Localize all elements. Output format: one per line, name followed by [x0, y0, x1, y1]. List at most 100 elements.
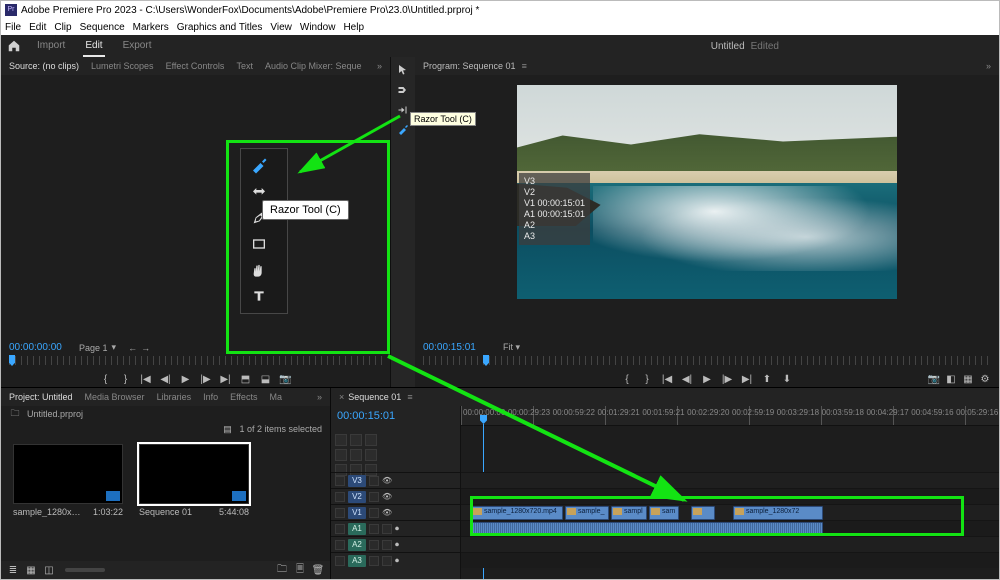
timeline-timecode[interactable]: 00:00:15:01 [337, 410, 395, 422]
list-view-icon[interactable]: ≣ [7, 564, 19, 576]
prog-export-frame-icon[interactable]: 📷 [928, 373, 940, 385]
bin-item[interactable]: sample_1280x720.mp41:03:22 [13, 444, 123, 553]
solo-icon[interactable] [382, 540, 392, 550]
zoom-slider[interactable] [65, 568, 105, 572]
selection-tool[interactable] [393, 61, 413, 79]
workspace-tab-import[interactable]: Import [35, 36, 67, 57]
marker-icon[interactable] [365, 434, 377, 446]
clip[interactable] [691, 506, 715, 520]
clip[interactable]: sam [649, 506, 679, 520]
track-a3[interactable] [461, 552, 999, 568]
prog-settings-icon[interactable]: ⚙ [979, 373, 991, 385]
home-icon[interactable] [1, 39, 27, 53]
track-header-a3[interactable]: A3⏺ [331, 552, 460, 568]
tab-text[interactable]: Text [236, 61, 253, 71]
hand-tool[interactable] [245, 257, 273, 283]
menu-sequence[interactable]: Sequence [80, 22, 125, 33]
prog-lift-icon[interactable]: ⬆ [761, 373, 773, 385]
prog-go-in-icon[interactable]: |◀ [661, 373, 673, 385]
solo-icon[interactable] [382, 524, 392, 534]
src-step-back-icon[interactable]: ◀| [160, 373, 172, 385]
ctrl-icon[interactable] [365, 449, 377, 461]
menu-window[interactable]: Window [300, 22, 336, 33]
src-export-frame-icon[interactable]: 📷 [280, 373, 292, 385]
new-item-icon[interactable]: 🗏 [294, 564, 306, 576]
src-go-out-icon[interactable]: ▶| [220, 373, 232, 385]
audio-clip[interactable] [471, 522, 823, 536]
program-zoom-fit[interactable]: Fit ▾ [503, 342, 520, 353]
prog-play-icon[interactable]: ▶ [701, 373, 713, 385]
timeline-tab-menu-icon[interactable]: ≡ [407, 392, 412, 402]
src-mark-in-icon[interactable]: { [100, 373, 112, 385]
filter-bin-icon[interactable]: ▤ [221, 423, 233, 435]
track-header-a2[interactable]: A2⏺ [331, 536, 460, 552]
program-video-frame[interactable]: V3 V2 V1 00:00:15:01 A1 00:00:15:01 A2 A… [517, 85, 897, 299]
track-header-v1[interactable]: V1👁 [331, 504, 460, 520]
ctrl-icon[interactable] [335, 449, 347, 461]
source-ruler[interactable] [9, 356, 382, 365]
src-step-fwd-icon[interactable]: |▶ [200, 373, 212, 385]
prog-safe-margins-icon[interactable]: ▦ [962, 373, 974, 385]
tab-lumetri-scopes[interactable]: Lumetri Scopes [91, 61, 154, 71]
src-insert-icon[interactable]: ⬒ [240, 373, 252, 385]
track-v1[interactable]: sample_1280x720.mp4sample_samplsamsample… [461, 504, 999, 520]
tab-effect-controls[interactable]: Effect Controls [166, 61, 225, 71]
mute-icon[interactable] [369, 556, 379, 566]
workspace-tab-edit[interactable]: Edit [83, 36, 104, 57]
freeform-view-icon[interactable]: ◫ [43, 564, 55, 576]
program-ruler[interactable] [423, 356, 991, 365]
prog-compare-icon[interactable]: ◧ [945, 373, 957, 385]
program-tab-menu-icon[interactable]: ≡ [522, 61, 527, 71]
timeline-tracks-area[interactable]: 00:00:00:0000:00:29:2300:00:59:2200:01:2… [461, 406, 999, 579]
menu-edit[interactable]: Edit [29, 22, 46, 33]
track-header-v2[interactable]: V2👁 [331, 488, 460, 504]
tab-project[interactable]: Project: Untitled [9, 392, 73, 402]
mute-icon[interactable] [369, 524, 379, 534]
track-a1[interactable] [461, 520, 999, 536]
linked-sel-icon[interactable] [350, 434, 362, 446]
mic-icon[interactable]: ⏺ [395, 540, 399, 550]
menu-view[interactable]: View [270, 22, 292, 33]
timeline-header-controls[interactable] [335, 434, 377, 476]
new-bin-icon[interactable]: 🗀 [276, 564, 288, 576]
clip[interactable]: sample_1280x72 [733, 506, 823, 520]
tab-source[interactable]: Source: (no clips) [9, 61, 79, 71]
prog-go-out-icon[interactable]: ▶| [741, 373, 753, 385]
source-page-selector[interactable]: Page 1▾ ←→ [79, 342, 150, 353]
tab-effects[interactable]: Effects [230, 392, 257, 402]
ctrl-icon[interactable] [350, 449, 362, 461]
track-a2[interactable] [461, 536, 999, 552]
prog-mark-out-icon[interactable]: } [641, 373, 653, 385]
prog-extract-icon[interactable]: ⬇ [781, 373, 793, 385]
tab-audio-clip-mixer[interactable]: Audio Clip Mixer: Seque [265, 61, 362, 71]
tab-program[interactable]: Program: Sequence 01 [423, 61, 516, 71]
src-mark-out-icon[interactable]: } [120, 373, 132, 385]
rectangle-tool[interactable] [245, 231, 273, 257]
track-v2[interactable] [461, 488, 999, 504]
eye-icon[interactable]: 👁 [382, 492, 392, 501]
clip[interactable]: sample_1280x720.mp4 [471, 506, 563, 520]
bin-item[interactable]: Sequence 015:44:08 [139, 444, 249, 553]
track-header-a1[interactable]: A1⏺ [331, 520, 460, 536]
tab-markers-panel[interactable]: Ma [269, 392, 282, 402]
menu-file[interactable]: File [5, 22, 21, 33]
mic-icon[interactable]: ⏺ [395, 524, 399, 534]
type-tool[interactable] [245, 283, 273, 309]
workspace-tab-export[interactable]: Export [121, 36, 154, 57]
src-play-icon[interactable]: ▶ [180, 373, 192, 385]
menu-clip[interactable]: Clip [54, 22, 71, 33]
tab-sequence[interactable]: Sequence 01 [348, 392, 401, 402]
clip[interactable]: sample_ [565, 506, 609, 520]
track-header-v3[interactable]: V3👁 [331, 472, 460, 488]
track-select-tool[interactable] [393, 81, 413, 99]
delete-icon[interactable]: 🗑 [312, 564, 324, 576]
snap-icon[interactable] [335, 434, 347, 446]
razor-tool[interactable] [245, 153, 273, 179]
tab-media-browser[interactable]: Media Browser [85, 392, 145, 402]
solo-icon[interactable] [382, 556, 392, 566]
mic-icon[interactable]: ⏺ [395, 556, 399, 566]
mute-icon[interactable] [369, 540, 379, 550]
menu-markers[interactable]: Markers [133, 22, 169, 33]
tab-libraries[interactable]: Libraries [157, 392, 192, 402]
tab-info[interactable]: Info [203, 392, 218, 402]
